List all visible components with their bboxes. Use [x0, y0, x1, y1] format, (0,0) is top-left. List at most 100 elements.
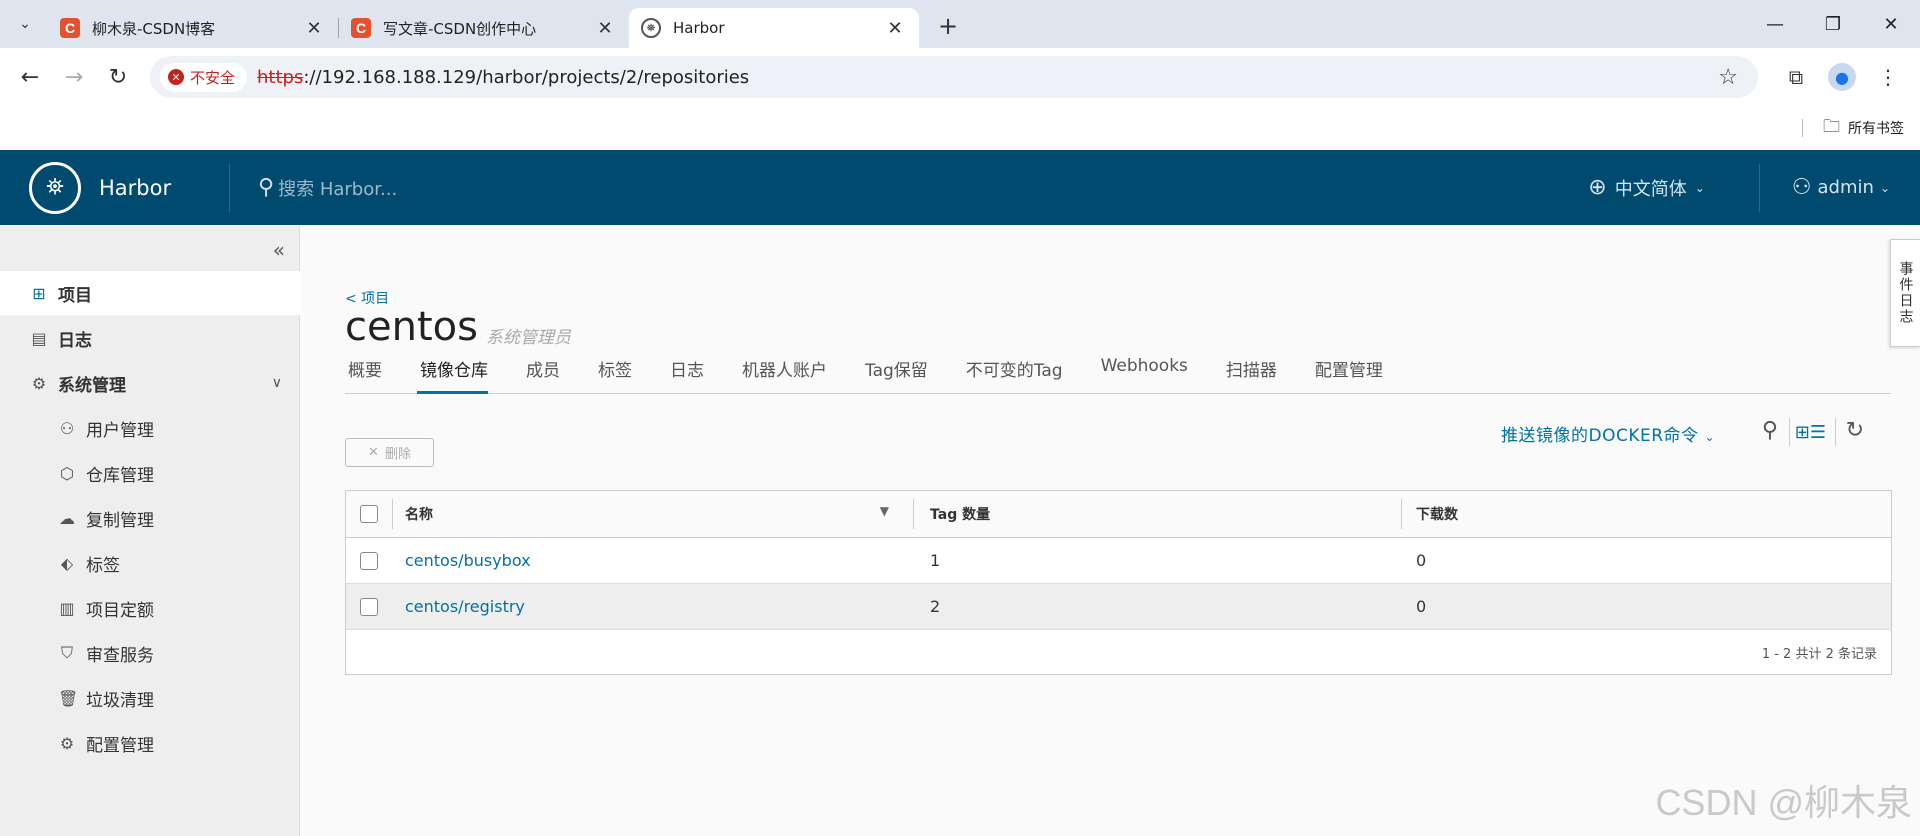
- sidebar-item-quotas[interactable]: ▥ 项目定额: [0, 586, 300, 630]
- sidebar-item-gc[interactable]: 🗑 垃圾清理: [0, 676, 300, 720]
- repo-name-link[interactable]: centos/registry: [393, 597, 913, 616]
- csdn-favicon-icon: C: [60, 18, 80, 38]
- column-tag-count[interactable]: Tag 数量: [914, 504, 1401, 524]
- all-bookmarks-link[interactable]: 所有书签: [1848, 118, 1904, 138]
- column-pulls[interactable]: 下载数: [1402, 504, 1891, 524]
- sidebar-item-logs[interactable]: ▤ 日志: [0, 316, 300, 360]
- address-bar[interactable]: ✕ 不安全 https://192.168.188.129/harbor/pro…: [150, 56, 1758, 98]
- tab-scanners[interactable]: 扫描器: [1223, 356, 1277, 393]
- row-checkbox[interactable]: [360, 551, 378, 570]
- folder-icon: 🗀: [1823, 116, 1840, 137]
- reload-icon[interactable]: ↻: [100, 59, 136, 95]
- users-icon: ⚇: [59, 418, 75, 438]
- back-icon[interactable]: ←: [12, 59, 48, 95]
- close-tab-icon[interactable]: ✕: [593, 18, 617, 39]
- harbor-logo-icon[interactable]: ⛯: [29, 161, 81, 214]
- tab-logs[interactable]: 日志: [667, 356, 704, 393]
- sidebar-item-admin[interactable]: ⚙ 系统管理 ∨: [0, 361, 300, 405]
- csdn-favicon-icon: C: [351, 18, 371, 38]
- language-label: 中文简体: [1614, 178, 1687, 200]
- minimize-icon[interactable]: —: [1746, 0, 1804, 48]
- tab-immutable-tags[interactable]: 不可变的Tag: [963, 356, 1063, 393]
- gear-icon: ⚙: [59, 733, 75, 753]
- sidebar-item-interrogation[interactable]: ⛉ 审查服务: [0, 631, 300, 675]
- delete-button[interactable]: ✕ 删除: [345, 438, 434, 467]
- globe-icon: ⊕: [1588, 175, 1607, 200]
- table-header: 名称 ▼ Tag 数量 下载数: [346, 491, 1891, 538]
- harbor-brand[interactable]: Harbor: [99, 176, 229, 200]
- url-text[interactable]: https://192.168.188.129/harbor/projects/…: [257, 67, 1718, 88]
- replication-icon: ☁: [59, 508, 75, 528]
- view-toggle-icon[interactable]: ⊞☰: [1795, 422, 1826, 443]
- repo-name-link[interactable]: centos/busybox: [393, 551, 913, 570]
- tag-icon: ⬖: [60, 553, 74, 573]
- insecure-icon: ✕: [168, 69, 184, 85]
- filter-icon[interactable]: ▼: [880, 504, 889, 524]
- window-controls: — ❐ ✕: [1746, 0, 1920, 48]
- quota-icon: ▥: [59, 598, 75, 618]
- tab-search-chevron-icon[interactable]: ⌄: [8, 7, 42, 41]
- browser-tab-1[interactable]: C 柳木泉-CSDN博客 ✕: [48, 8, 338, 48]
- row-checkbox[interactable]: [360, 597, 378, 616]
- trash-icon: 🗑: [58, 688, 79, 708]
- chevron-down-icon: ⌄: [1694, 180, 1705, 195]
- sidebar-item-registries[interactable]: ⬡ 仓库管理: [0, 451, 300, 495]
- language-selector[interactable]: ⊕ 中文简体 ⌄: [1588, 175, 1705, 201]
- chevron-down-icon[interactable]: ∨: [272, 375, 282, 391]
- tab-members[interactable]: 成员: [523, 356, 560, 393]
- browser-tab-3[interactable]: ⛯ Harbor ✕: [629, 8, 919, 48]
- search-input[interactable]: 搜索 Harbor...: [278, 175, 397, 201]
- tab-summary[interactable]: 概要: [345, 356, 382, 393]
- registry-icon: ⬡: [60, 463, 74, 483]
- new-tab-icon[interactable]: +: [933, 12, 963, 40]
- profile-icon[interactable]: ●: [1822, 57, 1862, 97]
- main-content: < 项目 centos 系统管理员 概要 镜像仓库 成员 标签 日志 机器人账户…: [300, 226, 1920, 836]
- more-menu-icon[interactable]: ⋮: [1868, 57, 1908, 97]
- sidebar-item-config[interactable]: ⚙ 配置管理: [0, 721, 300, 765]
- sidebar-item-projects[interactable]: ⊞ 项目: [0, 271, 300, 315]
- security-chip[interactable]: ✕ 不安全: [160, 62, 248, 92]
- tab-webhooks[interactable]: Webhooks: [1098, 356, 1188, 393]
- user-icon: ⚇: [1791, 175, 1812, 200]
- sidebar-item-replication[interactable]: ☁ 复制管理: [0, 496, 300, 540]
- admin-icon: ⚙: [31, 373, 47, 393]
- browser-tab-2[interactable]: C 写文章-CSDN创作中心 ✕: [339, 8, 629, 48]
- sidebar-item-users[interactable]: ⚇ 用户管理: [0, 406, 300, 450]
- content-area: « ⊞ 项目 ▤ 日志 ⚙ 系统管理 ∨ ⚇ 用户管理 ⬡ 仓库管理 ☁ 复制管理 ⬖ 标签 …: [0, 226, 1920, 836]
- table-row: centos/registry 2 0: [346, 584, 1891, 630]
- tab-robots[interactable]: 机器人账户: [739, 356, 827, 393]
- column-name[interactable]: 名称 ▼: [393, 504, 913, 524]
- logs-icon: ▤: [31, 328, 47, 348]
- tab-configuration[interactable]: 配置管理: [1312, 356, 1383, 393]
- projects-icon: ⊞: [32, 283, 46, 303]
- forward-icon[interactable]: →: [56, 59, 92, 95]
- close-tab-icon[interactable]: ✕: [302, 18, 326, 39]
- tab-tag-retention[interactable]: Tag保留: [862, 356, 928, 393]
- search-icon[interactable]: ⚲: [1762, 418, 1778, 443]
- repositories-table: 名称 ▼ Tag 数量 下载数 centos/busybox 1 0 centos…: [345, 490, 1892, 675]
- close-tab-icon[interactable]: ✕: [883, 18, 907, 39]
- user-menu[interactable]: ⚇ admin ⌄: [1758, 163, 1890, 212]
- restore-icon[interactable]: ❐: [1804, 0, 1862, 48]
- pull-count: 0: [1416, 551, 1427, 570]
- close-window-icon[interactable]: ✕: [1862, 0, 1920, 48]
- sidebar-item-labels[interactable]: ⬖ 标签: [0, 541, 300, 585]
- url-path: ://192.168.188.129/harbor/projects/2/rep…: [303, 66, 750, 88]
- global-search[interactable]: ⚲ 搜索 Harbor...: [258, 175, 1588, 201]
- harbor-header: ⛯ Harbor ⚲ 搜索 Harbor... ⊕ 中文简体 ⌄ ⚇ admin…: [0, 150, 1920, 225]
- refresh-icon[interactable]: ↻: [1846, 418, 1864, 443]
- event-log-tab[interactable]: 事件日志: [1890, 239, 1920, 347]
- chevron-down-icon: ⌄: [1704, 430, 1715, 444]
- push-command-dropdown[interactable]: 推送镜像的DOCKER命令 ⌄: [1501, 421, 1715, 446]
- role-label: 系统管理员: [486, 328, 571, 348]
- bookmark-star-icon[interactable]: ☆: [1718, 65, 1738, 90]
- browser-tab-strip: ⌄ C 柳木泉-CSDN博客 ✕ C 写文章-CSDN创作中心 ✕ ⛯ Harb…: [0, 0, 1920, 48]
- tab-labels[interactable]: 标签: [595, 356, 632, 393]
- extensions-icon[interactable]: ⧉: [1776, 57, 1816, 97]
- tab-title: Harbor: [673, 19, 725, 37]
- collapse-sidebar-icon[interactable]: «: [273, 238, 285, 262]
- tab-repositories[interactable]: 镜像仓库: [417, 356, 488, 394]
- tag-count: 1: [930, 551, 941, 570]
- tab-title: 柳木泉-CSDN博客: [92, 19, 216, 38]
- select-all-checkbox[interactable]: [360, 505, 378, 523]
